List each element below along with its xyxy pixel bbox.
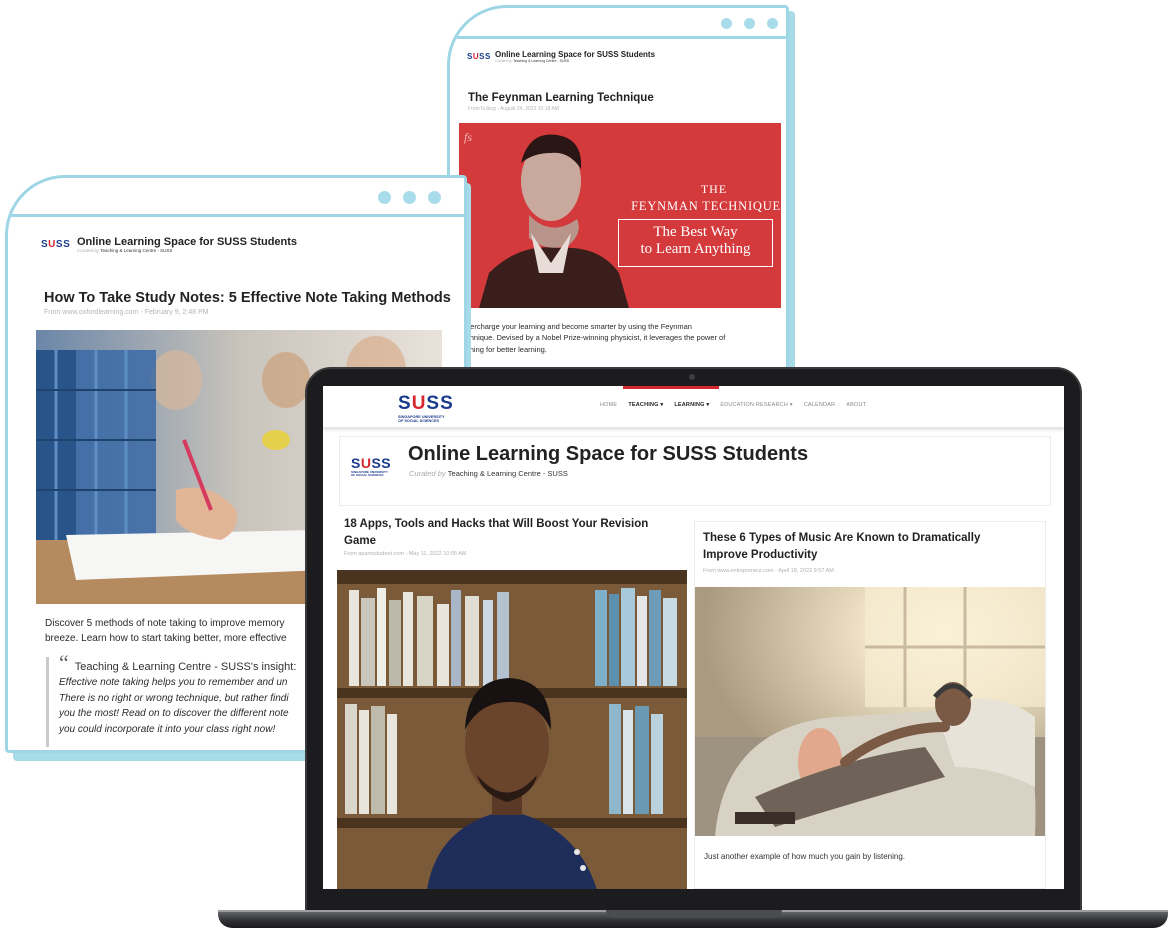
revision-image[interactable]: [337, 570, 687, 889]
post-title-line: Game: [344, 534, 376, 547]
post-meta: From www.entrepreneur.com - April 18, 20…: [703, 568, 834, 574]
dot-icon: [403, 191, 416, 204]
card-divider: [8, 214, 464, 217]
summary-line: Discover 5 methods of note taking to imp…: [45, 618, 285, 629]
dot-icon: [744, 18, 755, 29]
logo-text: SUSS: [398, 393, 454, 414]
post-title[interactable]: These 6 Types of Music Are Known to Dram…: [703, 530, 1043, 563]
suss-logo: SUSS: [467, 52, 491, 61]
logo-text: SUSS: [351, 455, 392, 471]
student-library-illustration: [337, 570, 687, 889]
suss-logo: SUSS SINGAPORE UNIVERSITY OF SOCIAL SCIE…: [351, 455, 391, 478]
topic-header: SUSS SINGAPORE UNIVERSITY OF SOCIAL SCIE…: [339, 436, 1051, 506]
post-title-line: 18 Apps, Tools and Hacks that Will Boost…: [344, 518, 649, 530]
fs-mark: fs: [464, 130, 472, 144]
site-title[interactable]: Online Learning Space for SUSS Students: [495, 50, 655, 59]
post-title-line: These 6 Types of Music Are Known to Dram…: [703, 532, 981, 544]
curated-by: Curated by Teaching & Learning Centre - …: [77, 248, 173, 253]
curated-by: Curated by Teaching & Learning Centre - …: [409, 469, 568, 478]
nav-item-home[interactable]: HOME: [600, 402, 617, 408]
feynman-image-line1: THE: [700, 182, 728, 196]
post-title-line: Improve Productivity: [703, 548, 818, 561]
laptop-screen: SUSS SINGAPORE UNIVERSITY OF SOCIAL SCIE…: [323, 386, 1064, 889]
post-body: Just another example of how much you gai…: [704, 852, 906, 861]
post-card-revision: 18 Apps, Tools and Hacks that Will Boost…: [337, 506, 687, 889]
dot-icon: [428, 191, 441, 204]
feynman-image-line2: FEYNMAN TECHNIQUE: [631, 199, 781, 213]
quote-icon: “: [59, 650, 69, 675]
article-summary: percharge your learning and become smart…: [466, 321, 725, 355]
logo-subtitle: OF SOCIAL SCIENCES: [398, 419, 440, 424]
nav-active-indicator: [623, 386, 719, 389]
post-card-music: These 6 Types of Music Are Known to Dram…: [694, 521, 1046, 889]
music-image[interactable]: [695, 587, 1045, 836]
nav-item-teaching[interactable]: TEACHING ▾: [628, 402, 663, 408]
top-navbar: SUSS SINGAPORE UNIVERSITY OF SOCIAL SCIE…: [323, 386, 1064, 428]
window-dots: [378, 191, 441, 204]
dot-icon: [721, 18, 732, 29]
nav-item-education-research[interactable]: EDUCATION RESEARCH ▾: [720, 402, 792, 408]
site-header: SUSS Online Learning Space for SUSS Stud…: [467, 50, 655, 63]
article-summary: Discover 5 methods of note taking to imp…: [45, 616, 287, 646]
article-title[interactable]: The Feynman Learning Technique: [468, 91, 654, 105]
summary-line: ching for better learning.: [466, 344, 547, 354]
logo-subtitle: OF SOCIAL SCIENCES: [351, 473, 384, 478]
card-divider: [450, 36, 786, 39]
site-title[interactable]: Online Learning Space for SUSS Students: [408, 443, 808, 466]
article-title[interactable]: How To Take Study Notes: 5 Effective Not…: [44, 289, 451, 307]
window-dots: [721, 18, 778, 29]
curated-by: Curated by Teaching & Learning Centre - …: [495, 59, 570, 63]
summary-line: chnique. Devised by a Nobel Prize-winnin…: [466, 333, 726, 343]
article-meta: From www.oxfordlearning.com - February 9…: [44, 309, 209, 316]
logo-text: SUSS: [41, 239, 71, 250]
camera-icon: [689, 374, 695, 380]
summary-line: percharge your learning and become smart…: [466, 322, 692, 331]
site-title[interactable]: Online Learning Space for SUSS Students: [77, 236, 297, 248]
insight-label: Teaching & Learning Centre - SUSS's insi…: [74, 661, 297, 673]
site-header: SUSS Online Learning Space for SUSS Stud…: [41, 236, 297, 253]
nav-menu: HOME TEACHING ▾ LEARNING ▾ EDUCATION RES…: [600, 402, 866, 408]
logo-text: SUSS: [467, 52, 491, 61]
post-meta: From apartostudent.com - May 11, 2022 10…: [344, 551, 467, 557]
summary-line: breeze. Learn how to start taking better…: [45, 633, 287, 644]
article-meta: From fs.blog - August 24, 2022 10:18 AM: [468, 106, 559, 112]
nav-item-learning[interactable]: LEARNING ▾: [674, 402, 709, 408]
feynman-portrait-illustration: fs: [459, 123, 781, 308]
laptop-base-notch: [606, 910, 782, 918]
nav-item-calendar[interactable]: CALENDAR: [804, 402, 836, 408]
dot-icon: [767, 18, 778, 29]
suss-nav-logo[interactable]: SUSS SINGAPORE UNIVERSITY OF SOCIAL SCIE…: [398, 393, 454, 423]
feynman-card: SUSS Online Learning Space for SUSS Stud…: [447, 5, 789, 370]
feynman-image-line3: The Best Way: [653, 224, 738, 240]
dot-icon: [378, 191, 391, 204]
post-title[interactable]: 18 Apps, Tools and Hacks that Will Boost…: [344, 516, 684, 549]
suss-logo: SUSS: [41, 239, 71, 250]
feynman-image-line4: to Learn Anything: [640, 241, 751, 257]
feynman-image[interactable]: fs THE FEYNMAN TECHNIQUE The Best Way to…: [459, 123, 781, 308]
man-listening-music-illustration: [695, 587, 1045, 836]
nav-item-about[interactable]: ABOUT: [846, 402, 866, 408]
feynman-image-box: The Best Way to Learn Anything: [618, 219, 773, 267]
